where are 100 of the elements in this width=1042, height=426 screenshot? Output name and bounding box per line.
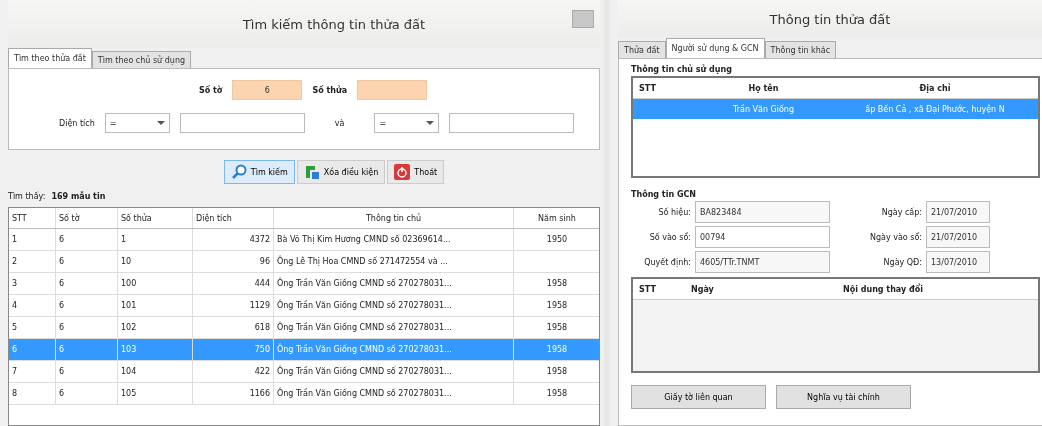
table-cell: Bà Võ Thị Kim Hương CMND số 02369614... — [274, 229, 514, 250]
column-header[interactable]: STT — [633, 284, 685, 294]
tab[interactable]: Thông tin khác — [764, 41, 837, 58]
table-cell: 618 — [193, 317, 274, 338]
table-cell: 1958 — [514, 273, 599, 294]
table-cell: Ông Trần Văn Giống CMND số 270278031... — [274, 339, 514, 360]
input-field[interactable] — [357, 80, 428, 100]
table-cell: 750 — [193, 339, 274, 360]
table-cell: 5 — [9, 317, 56, 338]
table-cell: 444 — [193, 273, 274, 294]
field-label: Số vào sổ: — [648, 232, 691, 242]
input-field[interactable]: BA823484 — [695, 201, 830, 223]
table-cell: 1 — [9, 229, 56, 250]
field-label: Ngày cấp: — [880, 207, 922, 217]
table-cell: 8 — [9, 383, 56, 404]
table-cell: Ông Trần Văn Giống CMND số 270278031... — [274, 295, 514, 316]
field-label: và — [334, 118, 345, 128]
result-count: 169 mẫu tin — [51, 192, 106, 201]
caret-icon — [426, 121, 435, 125]
clear-button[interactable]: Xóa điều kiện — [296, 160, 386, 184]
input-field[interactable]: 13/07/2010 — [926, 251, 990, 273]
action-button[interactable]: Nghĩa vụ tài chính — [776, 385, 911, 409]
column-header[interactable]: Diện tích — [193, 208, 274, 228]
field-label: Số thửa — [312, 85, 348, 95]
search-icon — [230, 164, 247, 180]
table-cell: 2 — [9, 251, 56, 272]
table-cell: 3 — [9, 273, 56, 294]
column-header[interactable]: Địa chỉ — [832, 83, 1038, 93]
table-cell: 422 — [193, 361, 274, 382]
column-header[interactable]: Ngày — [685, 284, 837, 294]
table-cell: 105 — [118, 383, 193, 404]
column-header[interactable]: Nội dung thay đổi — [837, 284, 1038, 294]
table-cell: 1958 — [514, 339, 599, 360]
input-field[interactable] — [449, 113, 575, 133]
table-row[interactable]: 4 6 101 1129 Ông Trần Văn Giống CMND số 270278031... 1958 — [9, 295, 599, 317]
table-cell: 1129 — [193, 295, 274, 316]
input-field[interactable]: 21/07/2010 — [926, 201, 990, 223]
action-button[interactable]: Giấy tờ liên quan — [631, 385, 766, 409]
table-cell: 1 — [118, 229, 193, 250]
table-cell: 96 — [193, 251, 274, 272]
table-cell: 1950 — [514, 229, 599, 250]
table-cell: 7 — [9, 361, 56, 382]
table-cell: 4372 — [193, 229, 274, 250]
table-row[interactable]: 2 6 10 96 Ông Lê Thị Hoa CMND số 271472554 và ... — [9, 251, 599, 273]
group-title: Thông tin GCN — [631, 190, 698, 199]
column-header[interactable]: Số tờ — [56, 208, 118, 228]
table-cell: 103 — [118, 339, 193, 360]
table-cell: 6 — [56, 295, 118, 316]
operator-dropdown[interactable]: = — [104, 113, 170, 133]
table-row[interactable]: 1 6 1 4372 Bà Võ Thị Kim Hương CMND số 02369614... 1950 — [9, 229, 599, 251]
field-label: Diện tích — [59, 118, 95, 128]
input-field[interactable] — [179, 113, 305, 133]
column-header[interactable]: STT — [633, 83, 695, 93]
table-cell: Ông Trần Văn Giống CMND số 270278031... — [274, 383, 514, 404]
result-label: Tìm thấy: — [8, 192, 46, 201]
tab[interactable]: Người sử dụng & GCN — [665, 38, 765, 58]
table-row[interactable]: 7 6 104 422 Ông Trần Văn Giống CMND số 270278031... 1958 — [9, 361, 599, 383]
search-button[interactable]: Tìm kiếm — [223, 160, 295, 184]
field-label: Quyết định: — [643, 257, 691, 267]
table-cell: 1958 — [514, 383, 599, 404]
table-cell: Ông Trần Văn Giống CMND số 270278031... — [274, 273, 514, 294]
table-cell: 104 — [118, 361, 193, 382]
tab[interactable]: Thửa đất — [618, 41, 666, 58]
table-cell: 6 — [56, 317, 118, 338]
input-field[interactable]: 6 — [232, 80, 303, 100]
power-icon — [394, 164, 411, 180]
input-field[interactable]: 00794 — [695, 226, 830, 248]
table-cell: Ông Trần Văn Giống CMND số 270278031... — [274, 361, 514, 382]
table-cell: 4 — [9, 295, 56, 316]
group-title: Thông tin chủ sử dụng — [631, 65, 733, 74]
column-header[interactable]: Thông tin chủ — [274, 208, 514, 228]
tab[interactable]: Tìm theo chủ sử dụng — [91, 51, 192, 68]
table-cell: Ông Lê Thị Hoa CMND số 271472554 và ... — [274, 251, 514, 272]
table-cell: Ông Trần Văn Giống CMND số 270278031... — [274, 317, 514, 338]
input-field[interactable]: 21/07/2010 — [926, 226, 990, 248]
table-cell: 6 — [9, 339, 56, 360]
table-cell: 10 — [118, 251, 193, 272]
column-header[interactable]: Số thửa — [118, 208, 193, 228]
table-row[interactable]: 3 6 100 444 Ông Trần Văn Giống CMND số 270278031... 1958 — [9, 273, 599, 295]
window-title: Thông tin thửa đất — [769, 11, 891, 27]
table-cell: 1166 — [193, 383, 274, 404]
column-header[interactable]: Họ tên — [695, 83, 832, 93]
field-label: Ngày QĐ: — [882, 257, 922, 267]
column-header[interactable]: STT — [9, 208, 56, 228]
close-button[interactable] — [572, 10, 594, 28]
table-cell: 6 — [56, 339, 118, 360]
table-row[interactable]: 8 6 105 1166 Ông Trần Văn Giống CMND số 270278031... 1958 — [9, 383, 599, 405]
table-cell: 6 — [56, 273, 118, 294]
caret-icon — [156, 121, 165, 125]
operator-dropdown[interactable]: = — [374, 113, 440, 133]
tab[interactable]: Tìm theo thửa đất — [8, 48, 92, 68]
table-cell: 6 — [56, 229, 118, 250]
table-cell: 6 — [56, 361, 118, 382]
table-cell: 100 — [118, 273, 193, 294]
table-cell: 6 — [56, 251, 118, 272]
exit-button[interactable]: Thoát — [387, 160, 445, 184]
field-label: Số hiệu: — [657, 207, 691, 217]
input-field[interactable]: 4605/TTr.TNMT — [695, 251, 830, 273]
table-cell: 1958 — [514, 361, 599, 382]
column-header[interactable]: Năm sinh — [514, 208, 599, 228]
